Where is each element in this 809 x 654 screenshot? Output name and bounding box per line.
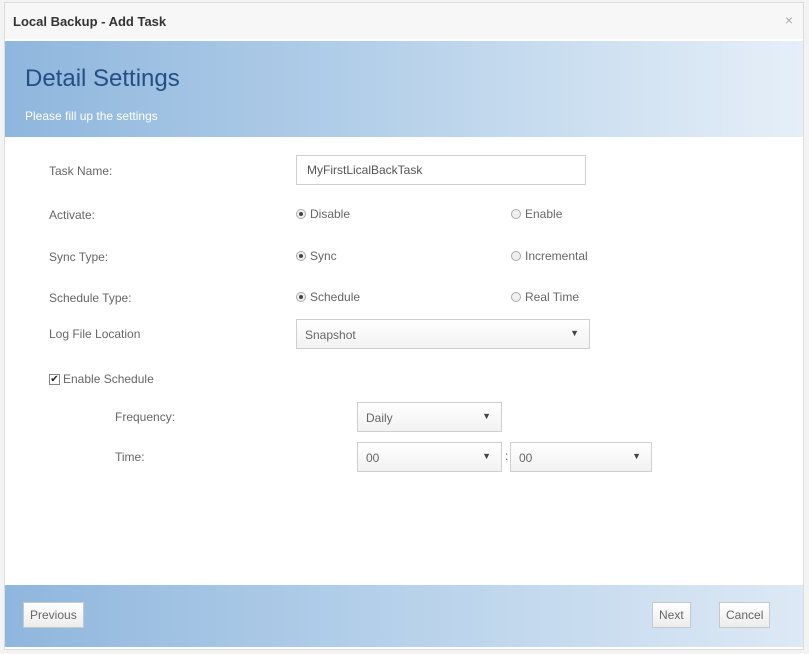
dropdown-arrow-icon: ▼	[570, 328, 579, 338]
activate-enable-label: Enable	[525, 207, 563, 221]
time-label: Time:	[115, 450, 145, 464]
sync-type-incremental-radio[interactable]: Incremental	[511, 249, 588, 263]
log-file-location-label: Log File Location	[49, 327, 141, 341]
dropdown-arrow-icon: ▼	[482, 411, 491, 421]
cancel-button[interactable]: Cancel	[719, 602, 771, 628]
sync-type-sync-label: Sync	[310, 249, 337, 263]
footer-bar: Previous Next Cancel	[5, 585, 803, 647]
sync-type-sync-radio[interactable]: Sync	[296, 249, 337, 263]
radio-selected-icon	[296, 292, 306, 302]
radio-unselected-icon	[511, 251, 521, 261]
next-button[interactable]: Next	[652, 602, 691, 628]
radio-selected-icon	[296, 209, 306, 219]
time-hour-select[interactable]: 00 ▼	[357, 442, 502, 472]
activate-enable-radio[interactable]: Enable	[511, 207, 562, 221]
radio-selected-icon	[296, 251, 306, 261]
enable-schedule-checkbox[interactable]: ✔ Enable Schedule	[49, 372, 154, 386]
page-subtitle: Please fill up the settings	[25, 109, 158, 123]
schedule-type-realtime-label: Real Time	[525, 290, 580, 304]
time-minute-value: 00	[519, 451, 533, 465]
frequency-select[interactable]: Daily ▼	[357, 402, 502, 432]
dropdown-arrow-icon: ▼	[632, 451, 641, 461]
schedule-type-label: Schedule Type:	[49, 291, 132, 305]
frequency-value: Daily	[366, 411, 393, 425]
enable-schedule-label: Enable Schedule	[63, 372, 154, 386]
activate-disable-label: Disable	[310, 207, 351, 221]
log-file-location-select[interactable]: Snapshot ▼	[296, 319, 590, 349]
title-bar: Local Backup - Add Task ×	[5, 3, 803, 39]
frequency-label: Frequency:	[115, 410, 176, 424]
add-task-dialog: Local Backup - Add Task × Detail Setting…	[4, 2, 804, 650]
schedule-type-schedule-label: Schedule	[310, 290, 361, 304]
window-title: Local Backup - Add Task	[13, 14, 167, 29]
checkmark-icon: ✔	[49, 373, 60, 385]
task-name-input[interactable]	[296, 155, 586, 185]
activate-label: Activate:	[49, 208, 96, 222]
radio-unselected-icon	[511, 209, 521, 219]
time-hour-value: 00	[366, 451, 380, 465]
time-minute-select[interactable]: 00 ▼	[510, 442, 652, 472]
header-banner: Detail Settings Please fill up the setti…	[5, 41, 803, 137]
time-separator: :	[505, 449, 509, 463]
schedule-type-schedule-radio[interactable]: Schedule	[296, 290, 360, 304]
page-title: Detail Settings	[25, 65, 180, 92]
sync-type-incremental-label: Incremental	[525, 249, 588, 263]
log-file-location-value: Snapshot	[305, 328, 356, 342]
activate-disable-radio[interactable]: Disable	[296, 207, 350, 221]
task-name-label: Task Name:	[49, 164, 113, 178]
previous-button[interactable]: Previous	[23, 602, 84, 628]
radio-unselected-icon	[511, 292, 521, 302]
schedule-type-realtime-radio[interactable]: Real Time	[511, 290, 579, 304]
dropdown-arrow-icon: ▼	[482, 451, 491, 461]
close-icon[interactable]: ×	[785, 12, 793, 28]
sync-type-label: Sync Type:	[49, 250, 109, 264]
